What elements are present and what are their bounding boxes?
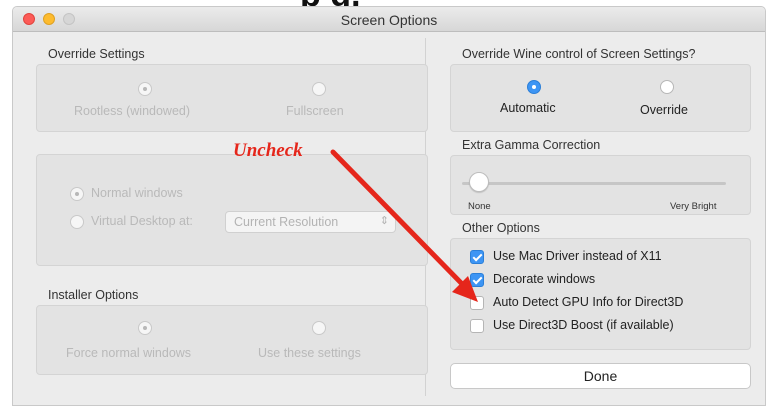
red-arrow-icon bbox=[330, 149, 478, 302]
